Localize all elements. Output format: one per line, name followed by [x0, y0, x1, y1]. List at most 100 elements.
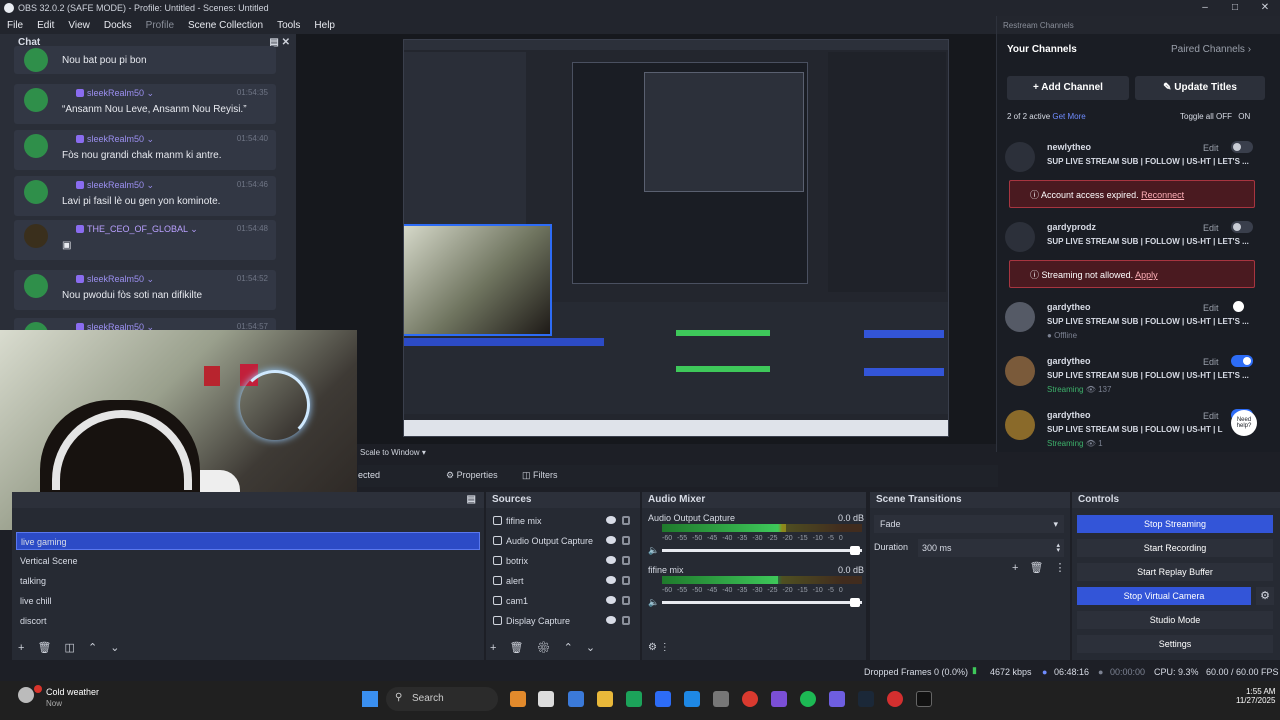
reconnect-link[interactable]: Reconnect: [1141, 190, 1184, 200]
scene-item[interactable]: Vertical Scene: [16, 552, 480, 570]
lock-icon[interactable]: [622, 536, 630, 545]
get-more-link[interactable]: Get More: [1052, 112, 1085, 121]
settings-button[interactable]: Settings: [1077, 635, 1273, 653]
scene-filters-icon[interactable]: ◫: [65, 642, 75, 654]
app-icon[interactable]: [771, 691, 787, 707]
remove-scene-icon[interactable]: 🗑: [38, 642, 52, 654]
source-item[interactable]: alert: [490, 572, 636, 590]
chrome-icon[interactable]: [742, 691, 758, 707]
menu-edit[interactable]: Edit: [30, 20, 61, 31]
preview-display-capture[interactable]: [403, 39, 949, 437]
lock-icon[interactable]: [622, 596, 630, 605]
lock-icon[interactable]: [622, 556, 630, 565]
lock-icon[interactable]: [622, 516, 630, 525]
scene-item[interactable]: talking: [16, 572, 480, 590]
toggle-all[interactable]: Toggle all OFF ON: [1180, 112, 1250, 121]
virtual-camera-settings-icon[interactable]: ⚙: [1256, 587, 1274, 605]
visibility-icon[interactable]: [606, 536, 616, 544]
taskview-icon[interactable]: [538, 691, 554, 707]
add-channel-button[interactable]: + Add Channel: [1007, 76, 1129, 100]
mixer-settings-icon[interactable]: ⚙ ⋮: [648, 642, 670, 653]
source-item[interactable]: Display Capture: [490, 612, 636, 630]
chat-username[interactable]: sleekRealm50 ⌄: [76, 180, 154, 191]
start-recording-button[interactable]: Start Recording: [1077, 539, 1273, 557]
channel-edit-button[interactable]: Edit: [1203, 303, 1219, 313]
source-settings-icon[interactable]: ⚙: [537, 642, 551, 654]
add-transition-icon[interactable]: +: [1012, 562, 1018, 574]
undock-icon[interactable]: ▤: [467, 494, 476, 505]
menu-file[interactable]: File: [0, 20, 30, 31]
close-icon[interactable]: ✕: [1250, 0, 1280, 16]
volume-slider[interactable]: [662, 601, 862, 604]
chat-username[interactable]: sleekRealm50 ⌄: [76, 274, 154, 285]
add-source-icon[interactable]: +: [490, 642, 496, 654]
add-scene-icon[interactable]: +: [18, 642, 24, 654]
studio-mode-button[interactable]: Studio Mode: [1077, 611, 1273, 629]
apply-link[interactable]: Apply: [1135, 270, 1158, 280]
volume-slider-handle[interactable]: [850, 546, 860, 555]
visibility-icon[interactable]: [606, 616, 616, 624]
scene-item[interactable]: live gaming: [16, 532, 480, 550]
scene-item[interactable]: live chill: [16, 592, 480, 610]
transition-menu-icon[interactable]: ⋮: [1055, 562, 1066, 574]
taskbar-search[interactable]: ⚲ Search: [386, 687, 498, 711]
toggle-all-off[interactable]: OFF: [1216, 112, 1232, 121]
store-icon[interactable]: [655, 691, 671, 707]
channel-toggle[interactable]: [1231, 221, 1253, 233]
start-icon[interactable]: [362, 691, 378, 707]
remove-source-icon[interactable]: 🗑: [510, 642, 524, 654]
visibility-icon[interactable]: [606, 516, 616, 524]
channel-toggle[interactable]: [1231, 355, 1253, 367]
move-up-icon[interactable]: ⌃: [564, 642, 573, 654]
channel-edit-button[interactable]: Edit: [1203, 411, 1219, 421]
menu-view[interactable]: View: [61, 20, 97, 31]
edge-icon[interactable]: [626, 691, 642, 707]
speaker-icon[interactable]: 🔈: [648, 545, 659, 556]
move-down-icon[interactable]: ⌄: [586, 642, 595, 654]
menu-scene-collection[interactable]: Scene Collection: [181, 20, 270, 31]
remove-transition-icon[interactable]: 🗑: [1030, 562, 1044, 574]
minimize-icon[interactable]: –: [1190, 0, 1220, 16]
maximize-icon[interactable]: □: [1220, 0, 1250, 16]
scale-dropdown[interactable]: Scale to Window ▾: [360, 448, 426, 457]
start-replay-buffer-button[interactable]: Start Replay Buffer: [1077, 563, 1273, 581]
lock-icon[interactable]: [622, 616, 630, 625]
chat-username[interactable]: THE_CEO_OF_GLOBAL ⌄: [76, 224, 198, 235]
menu-profile[interactable]: Profile: [139, 20, 181, 31]
app-icon[interactable]: [887, 691, 903, 707]
update-titles-button[interactable]: ✎ Update Titles: [1135, 76, 1265, 100]
stop-virtual-camera-button[interactable]: Stop Virtual Camera: [1077, 587, 1251, 605]
channel-toggle[interactable]: [1231, 141, 1253, 153]
visibility-icon[interactable]: [606, 556, 616, 564]
source-item[interactable]: Audio Output Capture: [490, 532, 636, 550]
volume-slider-handle[interactable]: [850, 598, 860, 607]
channel-edit-button[interactable]: Edit: [1203, 357, 1219, 367]
weather-icon[interactable]: [18, 687, 34, 703]
properties-button[interactable]: ⚙ Properties: [446, 470, 498, 481]
move-up-icon[interactable]: ⌃: [88, 642, 97, 654]
toggle-all-on[interactable]: ON: [1238, 112, 1250, 121]
move-down-icon[interactable]: ⌄: [110, 642, 119, 654]
source-item[interactable]: cam1: [490, 592, 636, 610]
paired-channels-link[interactable]: Paired Channels ›: [1171, 44, 1251, 55]
channel-edit-button[interactable]: Edit: [1203, 143, 1219, 153]
visibility-icon[interactable]: [606, 596, 616, 604]
channel-toggle[interactable]: [1231, 301, 1253, 313]
visibility-icon[interactable]: [606, 576, 616, 584]
stop-streaming-button[interactable]: Stop Streaming: [1077, 515, 1273, 533]
filters-button[interactable]: ◫ Filters: [522, 470, 558, 481]
clock[interactable]: 1:55 AM 11/27/2025: [1236, 687, 1275, 705]
source-item[interactable]: botrix: [490, 552, 636, 570]
chat-username[interactable]: sleekRealm50 ⌄: [76, 322, 154, 330]
spotify-icon[interactable]: [800, 691, 816, 707]
need-help-button[interactable]: Need help?: [1231, 410, 1257, 436]
scene-item[interactable]: discort: [16, 612, 480, 630]
duration-input[interactable]: 300 ms ▴ ▾: [918, 539, 1064, 557]
lock-icon[interactable]: [622, 576, 630, 585]
messenger-icon[interactable]: [829, 691, 845, 707]
menu-tools[interactable]: Tools: [270, 20, 307, 31]
speaker-icon[interactable]: 🔈: [648, 597, 659, 608]
close-dock-icon[interactable]: ✕: [282, 37, 290, 48]
app-icon[interactable]: [684, 691, 700, 707]
source-item[interactable]: fifine mix: [490, 512, 636, 530]
